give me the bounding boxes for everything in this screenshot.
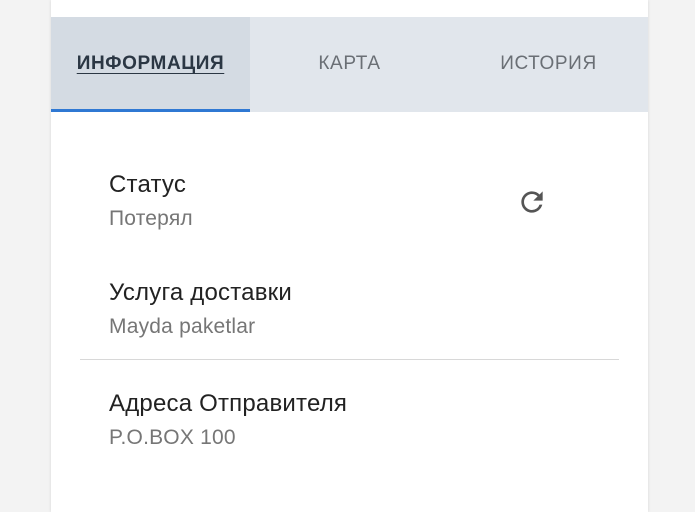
delivery-service-label: Услуга доставки: [109, 279, 292, 306]
tab-bar: ИНФОРМАЦИЯ КАРТА ИСТОРИЯ: [51, 17, 648, 112]
card-top-area: [51, 0, 648, 17]
refresh-icon[interactable]: [516, 186, 548, 218]
status-value: Потерял: [109, 207, 193, 230]
sender-address-value: P.O.BOX 100: [109, 426, 236, 449]
info-panel: Статус Потерял Услуга доставки Mayda pak…: [51, 112, 648, 452]
delivery-service-row: Услуга доставки Mayda paketlar: [51, 233, 648, 341]
tab-map[interactable]: КАРТА: [250, 17, 449, 112]
sender-address-label: Адреса Отправителя: [109, 390, 348, 417]
status-label: Статус: [109, 171, 187, 198]
tab-history[interactable]: ИСТОРИЯ: [449, 17, 648, 112]
tracking-card: ИНФОРМАЦИЯ КАРТА ИСТОРИЯ Статус Потерял …: [51, 0, 648, 512]
sender-address-row: Адреса Отправителя P.O.BOX 100: [51, 360, 648, 452]
tab-information[interactable]: ИНФОРМАЦИЯ: [51, 17, 250, 112]
status-row: Статус Потерял: [51, 112, 648, 233]
delivery-service-value: Mayda paketlar: [109, 315, 256, 338]
